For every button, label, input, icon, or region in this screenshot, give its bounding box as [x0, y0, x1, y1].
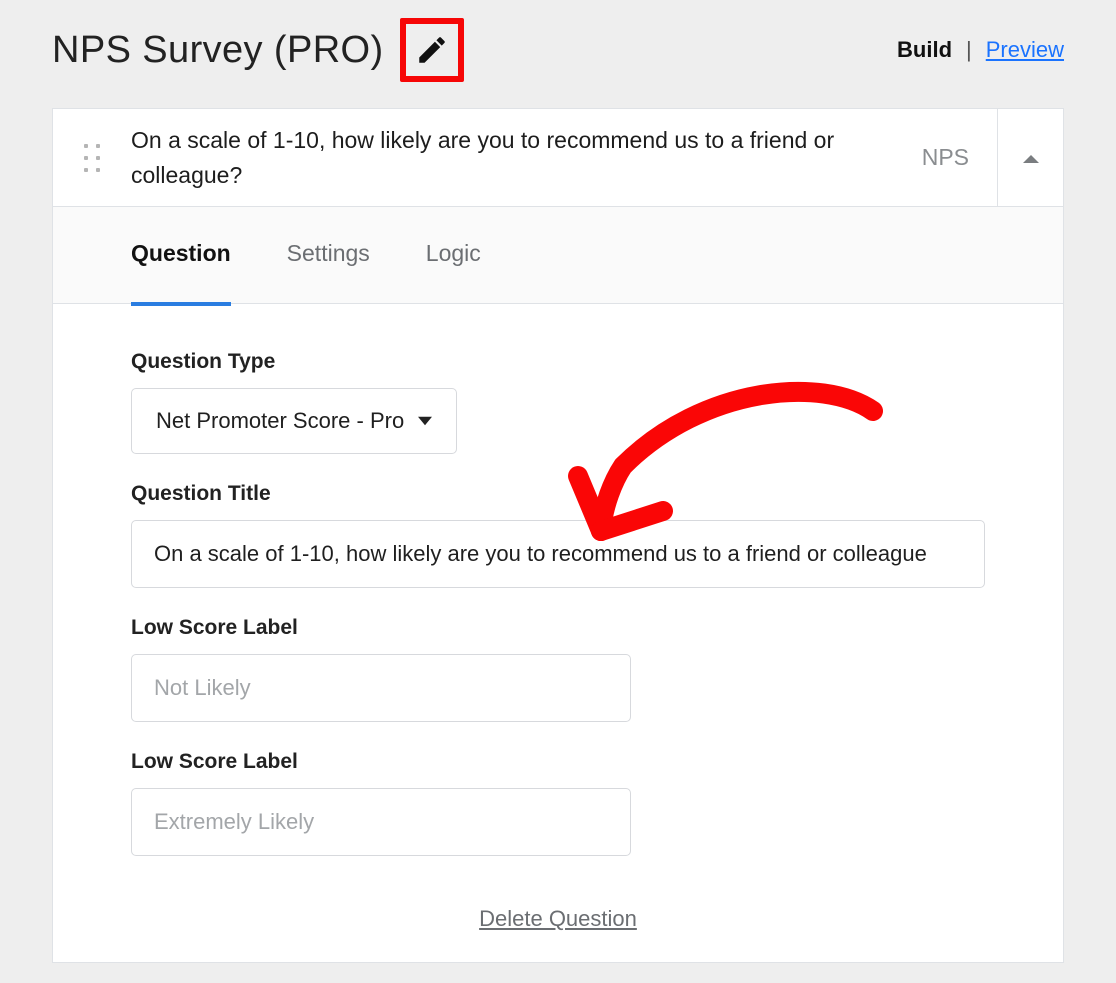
caret-down-icon [418, 414, 432, 428]
low-score-label-2: Low Score Label [131, 750, 985, 774]
delete-question-link[interactable]: Delete Question [479, 906, 637, 931]
header-actions: Build | Preview [897, 37, 1064, 63]
tab-question[interactable]: Question [131, 240, 231, 271]
delete-row: Delete Question [131, 884, 985, 932]
question-title-label: Question Title [131, 482, 985, 506]
collapse-toggle[interactable] [997, 109, 1063, 206]
question-type-badge: NPS [894, 109, 997, 206]
low-score-input-2[interactable]: Extremely Likely [131, 788, 631, 856]
low-score-placeholder-1: Not Likely [154, 675, 251, 701]
question-type-label: Question Type [131, 350, 985, 374]
question-title-value: On a scale of 1-10, how likely are you t… [154, 541, 927, 567]
low-score-placeholder-2: Extremely Likely [154, 809, 314, 835]
question-type-value: Net Promoter Score - Pro [156, 408, 404, 434]
tabs-bar: Question Settings Logic [53, 207, 1063, 304]
chevron-up-icon [1022, 152, 1040, 164]
tab-logic[interactable]: Logic [426, 240, 481, 271]
drag-handle[interactable] [53, 109, 131, 206]
question-summary: On a scale of 1-10, how likely are you t… [131, 109, 894, 206]
low-score-label-1: Low Score Label [131, 616, 985, 640]
page-title: NPS Survey (PRO) [52, 29, 384, 72]
separator: | [966, 37, 972, 63]
question-title-input[interactable]: On a scale of 1-10, how likely are you t… [131, 520, 985, 588]
low-score-input-1[interactable]: Not Likely [131, 654, 631, 722]
pencil-icon [415, 33, 449, 67]
question-card: On a scale of 1-10, how likely are you t… [52, 108, 1064, 963]
question-type-select[interactable]: Net Promoter Score - Pro [131, 388, 457, 454]
field-question-title: Question Title On a scale of 1-10, how l… [131, 482, 985, 588]
tab-settings[interactable]: Settings [287, 240, 370, 271]
build-link[interactable]: Build [897, 37, 952, 63]
preview-link[interactable]: Preview [986, 37, 1064, 63]
field-low-score-2: Low Score Label Extremely Likely [131, 750, 985, 856]
field-question-type: Question Type Net Promoter Score - Pro [131, 350, 985, 454]
card-header: On a scale of 1-10, how likely are you t… [53, 109, 1063, 207]
card-body: Question Type Net Promoter Score - Pro Q… [53, 304, 1063, 962]
drag-icon [84, 144, 100, 172]
edit-title-button[interactable] [400, 18, 464, 82]
page-header: NPS Survey (PRO) Build | Preview [52, 18, 1064, 82]
field-low-score-1: Low Score Label Not Likely [131, 616, 985, 722]
